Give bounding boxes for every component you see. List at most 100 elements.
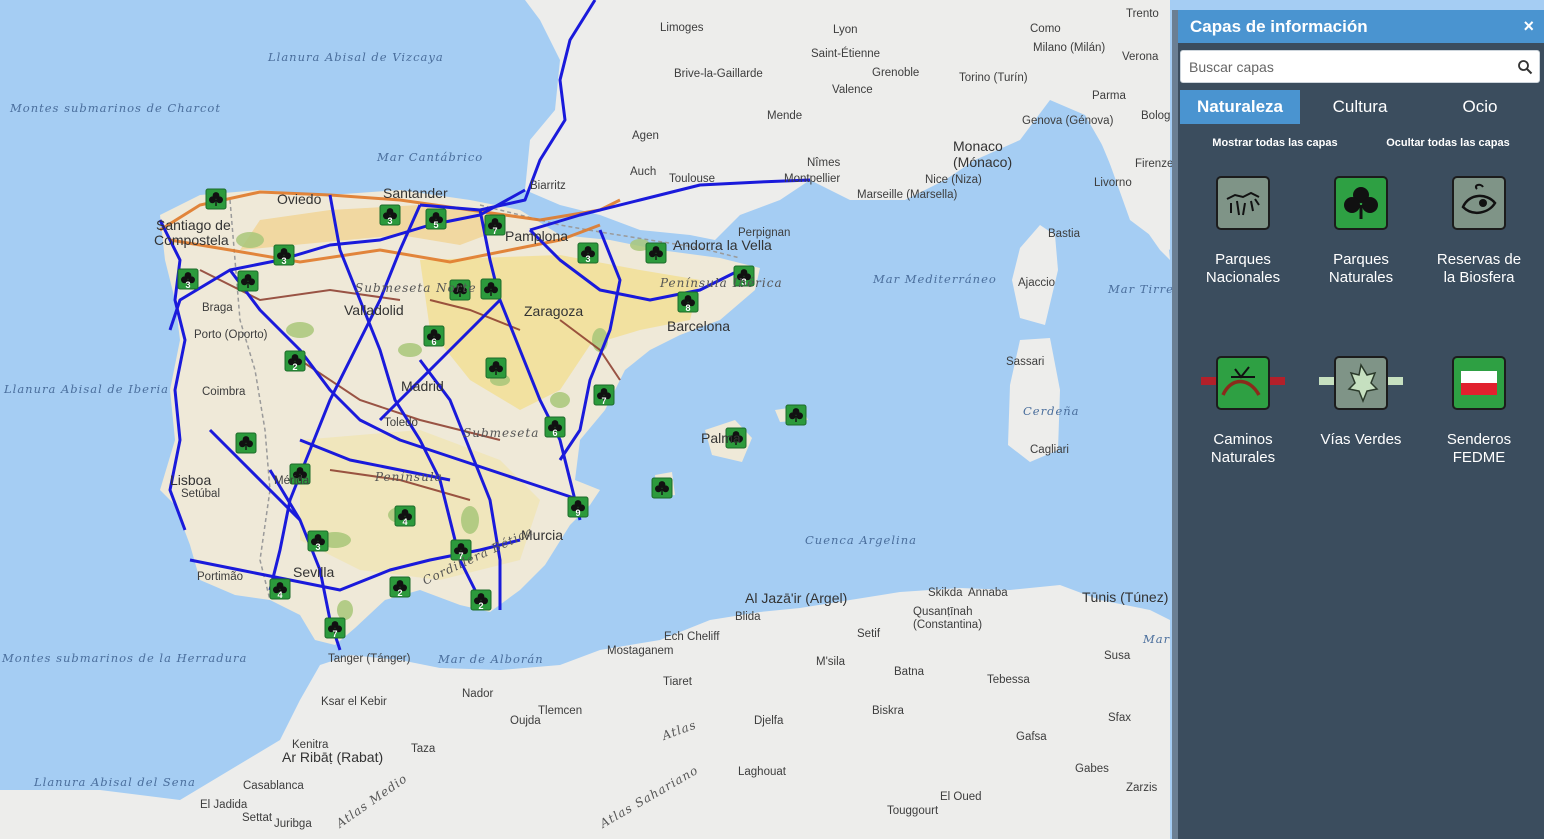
place-label: Trento: [1126, 8, 1159, 20]
place-label: Biskra: [872, 705, 905, 717]
place-label: Sassari: [1006, 356, 1044, 368]
place-label: Skikda: [928, 587, 963, 599]
panel-header: Capas de información ×: [1178, 10, 1544, 43]
layer-label: Nacionales: [1205, 269, 1281, 286]
place-label: Nador: [462, 688, 493, 700]
layer-vias-verdes[interactable]: Vías Verdes: [1302, 355, 1420, 467]
place-label: Djelfa: [754, 715, 784, 727]
place-label: Grenoble: [872, 67, 919, 79]
layer-parques-nacionales[interactable]: Parques Nacionales: [1184, 175, 1302, 287]
place-label: Oujda: [510, 715, 541, 727]
place-label: Mostaganem: [607, 645, 673, 657]
layer-label: Parques: [1333, 251, 1389, 268]
place-label: Brive-la-Gaillarde: [674, 68, 763, 80]
place-label: Casablanca: [243, 780, 304, 792]
tab-ocio[interactable]: Ocio: [1420, 90, 1540, 124]
marker-count: 3: [315, 542, 320, 552]
place-label: Saint-Étienne: [811, 47, 880, 60]
panel-title: Capas de información: [1190, 16, 1368, 36]
marker-count: 8: [685, 303, 690, 313]
place-label: Nice (Niza): [925, 174, 982, 186]
place-label: Andorra la Vella: [673, 237, 772, 253]
place-label: Annaba: [968, 587, 1008, 599]
place-label: Barcelona: [667, 318, 730, 334]
place-label: Zarzis: [1126, 782, 1158, 794]
marker-count: 2: [292, 362, 297, 372]
layer-reservas-biosfera[interactable]: Reservas de la Biosfera: [1420, 175, 1538, 287]
layer-label: Naturales: [1328, 269, 1394, 286]
sea-label: Cerdeña: [1023, 404, 1080, 418]
place-label: Zaragoza: [524, 303, 583, 319]
hide-all-layers-link[interactable]: Ocultar todas las capas: [1386, 137, 1510, 149]
place-label: Mende: [767, 110, 802, 122]
region-label: Península Ibérica: [659, 276, 783, 290]
place-label: Tebessa: [987, 674, 1030, 686]
place-label: Santander: [383, 185, 448, 201]
place-label: Livorno: [1094, 177, 1132, 189]
layer-senderos-fedme[interactable]: Senderos FEDME: [1420, 355, 1538, 467]
biosfera-icon: [1452, 176, 1506, 230]
sea-label: Mar: [1142, 632, 1171, 646]
tabs: Naturaleza Cultura Ocio: [1180, 90, 1540, 124]
layer-label: Parques: [1215, 251, 1271, 268]
place-label: Setif: [857, 628, 881, 640]
marker-count: 6: [431, 337, 436, 347]
sea-label: Llanura Abisal de Iberia: [3, 382, 169, 396]
place-label: Tūnis (Túnez): [1082, 589, 1168, 605]
sea-label: Montes submarinos de la Herradura: [1, 651, 247, 665]
layer-actions: Mostrar todas las capas Ocultar todas la…: [1178, 137, 1544, 149]
sea-label: Mar Mediterráneo: [872, 272, 997, 286]
place-label: Lisboa: [170, 472, 211, 488]
layer-caminos-naturales[interactable]: Caminos Naturales: [1184, 355, 1302, 467]
sea-label: Cuenca Argelina: [805, 533, 917, 547]
place-label: Lyon: [833, 24, 858, 36]
place-label: Sevilla: [293, 564, 334, 580]
marker-count: 6: [552, 428, 557, 438]
place-label: Pamplona: [505, 228, 568, 244]
place-label: Qusanṭīnah: [913, 606, 972, 618]
place-label: Tlemcen: [538, 705, 582, 717]
place-label: Setúbal: [181, 488, 220, 500]
place-label: Marseille (Marsella): [857, 189, 957, 201]
marker-count: 9: [575, 508, 580, 518]
place-label: Gabes: [1075, 763, 1109, 775]
layer-label: Senderos: [1446, 431, 1512, 448]
region-label: Submeseta Norte: [355, 281, 477, 295]
place-label: Ajaccio: [1018, 277, 1055, 289]
tab-cultura[interactable]: Cultura: [1300, 90, 1420, 124]
place-label: Toulouse: [669, 173, 715, 185]
place-label: El Jadida: [200, 799, 248, 811]
place-label: (Mónaco): [953, 154, 1012, 170]
search-input[interactable]: [1181, 51, 1517, 82]
place-label: Bastia: [1048, 228, 1081, 240]
sea-label: Montes submarinos de Charcot: [9, 101, 221, 115]
tab-naturaleza[interactable]: Naturaleza: [1180, 90, 1300, 124]
search-icon[interactable]: [1517, 59, 1533, 75]
place-label: Ar Ribāṭ (Rabat): [282, 749, 383, 765]
marker-count: 3: [185, 280, 190, 290]
show-all-layers-link[interactable]: Mostrar todas las capas: [1212, 137, 1337, 149]
layer-parques-naturales[interactable]: Parques Naturales: [1302, 175, 1420, 287]
clover-icon: [1334, 176, 1388, 230]
place-label: Coimbra: [202, 386, 246, 398]
place-label: (Constantina): [913, 619, 982, 631]
sea-label: Mar Cantábrico: [376, 150, 483, 164]
layer-label: Vías Verdes: [1320, 431, 1402, 448]
place-label: Portimão: [197, 571, 243, 583]
place-label: Gafsa: [1016, 731, 1047, 743]
marker-count: 3: [281, 256, 286, 266]
caminos-naturales-icon: [1201, 356, 1285, 410]
layer-label: FEDME: [1452, 449, 1506, 466]
place-label: Sfax: [1108, 712, 1131, 724]
close-icon[interactable]: ×: [1523, 16, 1534, 37]
place-label: Genova (Génova): [1022, 115, 1114, 127]
layer-label: Reservas de: [1436, 251, 1522, 268]
place-label: Toledo: [384, 417, 418, 429]
marker-count: 4: [277, 590, 282, 600]
search-box: [1180, 50, 1540, 83]
marker-count: 4: [402, 517, 407, 527]
marker-count: 7: [601, 396, 606, 406]
sea-label: Llanura Abisal de Vizcaya: [267, 50, 444, 64]
layer-label: Naturales: [1210, 449, 1276, 466]
place-label: Bolog: [1141, 110, 1170, 122]
